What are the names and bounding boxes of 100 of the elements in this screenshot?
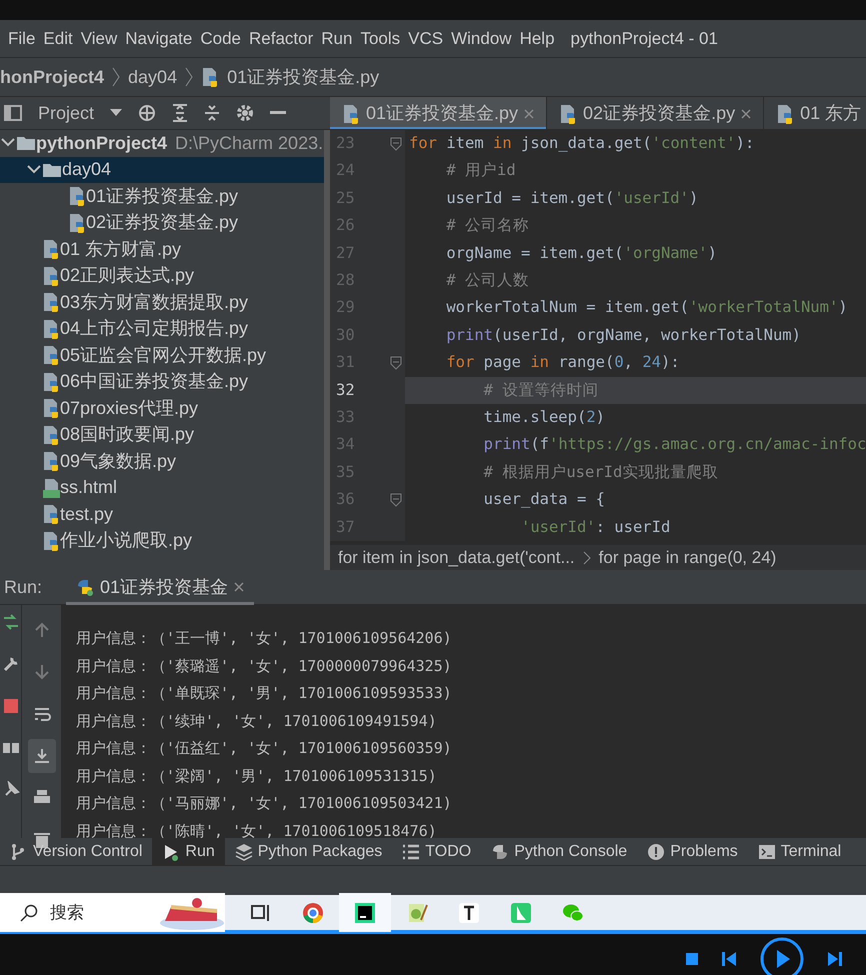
tree-item[interactable]: pythonProject4 D:\PyCharm 2023. — [0, 130, 324, 156]
code-breadcrumb-item[interactable]: for page in range(0, 24) — [598, 545, 776, 570]
python-file-icon — [776, 104, 794, 124]
tool-window-tab[interactable]: Python Packages — [224, 838, 392, 865]
code-line: # 公司名称 — [445, 215, 530, 236]
close-icon — [234, 582, 244, 592]
python-file-icon — [42, 372, 60, 392]
tree-item[interactable]: 02证券投资基金.py — [0, 210, 324, 236]
close-icon — [524, 108, 534, 118]
window-icon — [4, 105, 22, 121]
code-line: time.sleep(2) — [482, 406, 606, 428]
previous-icon — [722, 952, 736, 966]
code-breadcrumb-item[interactable]: for item in json_data.get('cont... — [338, 545, 575, 570]
layers-icon — [234, 843, 253, 861]
code-line: user_data = { — [482, 489, 606, 510]
breadcrumb-item[interactable]: honProject4 — [0, 64, 104, 90]
menu-item[interactable]: Navigate — [125, 26, 192, 52]
python-file-icon — [42, 398, 60, 418]
console-output-line: 用户信息：（'马丽娜', '女', 1701006109503421) — [76, 793, 453, 814]
console-output-line: 用户信息：（'王一博', '女', 1701006109564206) — [76, 628, 453, 649]
code-line: 'userId': userId — [520, 516, 672, 538]
tree-item[interactable]: 05证监会官网公开数据.py — [0, 342, 324, 368]
menu-item[interactable]: Code — [200, 26, 241, 52]
tree-item[interactable]: 06中国证券投资基金.py — [0, 368, 324, 395]
python-file-icon — [201, 67, 220, 87]
chevron-icon — [582, 550, 591, 564]
stop-icon — [686, 952, 698, 964]
tree-item[interactable]: 08国时政要闻.py — [0, 422, 324, 448]
menu-item[interactable]: Tools — [360, 26, 400, 52]
tree-item[interactable]: 01 东方财富.py — [0, 236, 324, 262]
tree-item[interactable]: 作业小说爬取.py — [0, 528, 324, 554]
code-line: userId = item.get('userId') — [445, 188, 700, 209]
python-file-icon — [42, 266, 60, 286]
notepad-icon — [406, 902, 428, 924]
chevron-icon — [185, 67, 194, 87]
console-tab[interactable]: 01证券投资基金 — [66, 570, 254, 604]
menu-item[interactable]: Window — [451, 26, 512, 52]
menu-item[interactable]: Refactor — [249, 26, 314, 52]
code-line: # 公司人数 — [445, 270, 530, 292]
tree-item[interactable]: 03东方财富数据提取.py — [0, 289, 324, 316]
tree-item[interactable]: test.py — [0, 501, 324, 528]
python-file-icon — [42, 530, 60, 551]
code-line: print(userId, orgName, workerTotalNum) — [445, 324, 802, 346]
phone-app-icon — [510, 902, 532, 924]
project-view-label[interactable]: Project — [38, 100, 94, 126]
tree-item[interactable]: 04上市公司定期报告.py — [0, 316, 324, 342]
python-file-icon — [42, 239, 60, 260]
code-line: for page in range(0, 24): — [445, 352, 681, 374]
project-path: D:\PyCharm 2023. — [175, 132, 324, 155]
menu-item[interactable]: Edit — [43, 26, 73, 52]
python-file-icon — [68, 186, 86, 206]
tree-item[interactable]: 07proxies代理.py — [0, 395, 324, 422]
menu-item[interactable]: VCS — [408, 26, 444, 52]
tool-window-tab[interactable]: Problems — [637, 838, 748, 865]
next-icon — [828, 952, 842, 966]
console-output-line: 用户信息：（'梁阔', '男', 1701006109531315) — [76, 766, 438, 786]
python-file-icon — [42, 424, 60, 445]
html-file-icon — [42, 478, 60, 498]
python-file-icon — [42, 451, 60, 472]
breadcrumb-item[interactable]: 01证券投资基金.py — [227, 64, 380, 90]
tool-window-tab[interactable]: Terminal — [748, 838, 852, 865]
python-file-icon — [42, 318, 60, 339]
taskbar-app-button[interactable] — [339, 893, 391, 932]
code-line: orgName = item.get('orgName') — [445, 242, 718, 264]
crosshair-icon — [138, 104, 156, 122]
globe-icon — [302, 902, 324, 924]
tree-item[interactable]: ss.html — [0, 474, 324, 501]
tree-item[interactable]: 02正则表达式.py — [0, 262, 324, 289]
python-file-icon — [68, 212, 86, 233]
letter-t-icon — [458, 902, 480, 924]
breadcrumb-item[interactable]: day04 — [128, 64, 178, 90]
console-output-line: 用户信息：（'蔡璐遥', '女', 1700000079964325) — [76, 656, 453, 676]
menu-item[interactable]: Help — [520, 26, 555, 52]
python-file-icon — [42, 345, 60, 366]
chat-icon — [562, 902, 584, 924]
expand-all-icon — [172, 104, 188, 122]
console-output-line: 用户信息：（'续珅', '女', 1701006109491594) — [76, 710, 438, 732]
code-line: print(f'https://gs.amac.org.cn/amac-infoc — [482, 434, 866, 456]
tree-item[interactable]: day04 — [0, 156, 324, 183]
menu-item[interactable]: Run — [321, 26, 352, 52]
menu-item[interactable]: File — [8, 26, 36, 52]
editor-tab[interactable]: 01证券投资基金.py — [330, 97, 548, 129]
tree-item[interactable]: 09气象数据.py — [0, 448, 324, 474]
tool-window-tab[interactable]: Python Console — [481, 838, 638, 865]
up-arrow-icon — [32, 620, 50, 639]
tool-window-tab[interactable]: Run — [152, 838, 225, 865]
dropdown-caret-icon — [110, 109, 122, 117]
python-file-icon — [559, 104, 578, 124]
tree-item[interactable]: 01证券投资基金.py — [0, 183, 324, 210]
tool-window-tab[interactable]: TODO — [392, 838, 482, 865]
menu-item[interactable]: View — [80, 26, 118, 52]
stop-icon — [2, 697, 20, 715]
settings-icon — [236, 104, 254, 122]
scroll-to-end-button[interactable] — [28, 739, 56, 773]
down-arrow-icon — [32, 662, 50, 681]
collapse-all-icon — [204, 104, 220, 122]
python-icon — [491, 843, 510, 861]
code-line: for item in json_data.get('content'): — [408, 133, 756, 154]
wrench-icon — [2, 655, 20, 673]
play-icon — [760, 936, 804, 975]
